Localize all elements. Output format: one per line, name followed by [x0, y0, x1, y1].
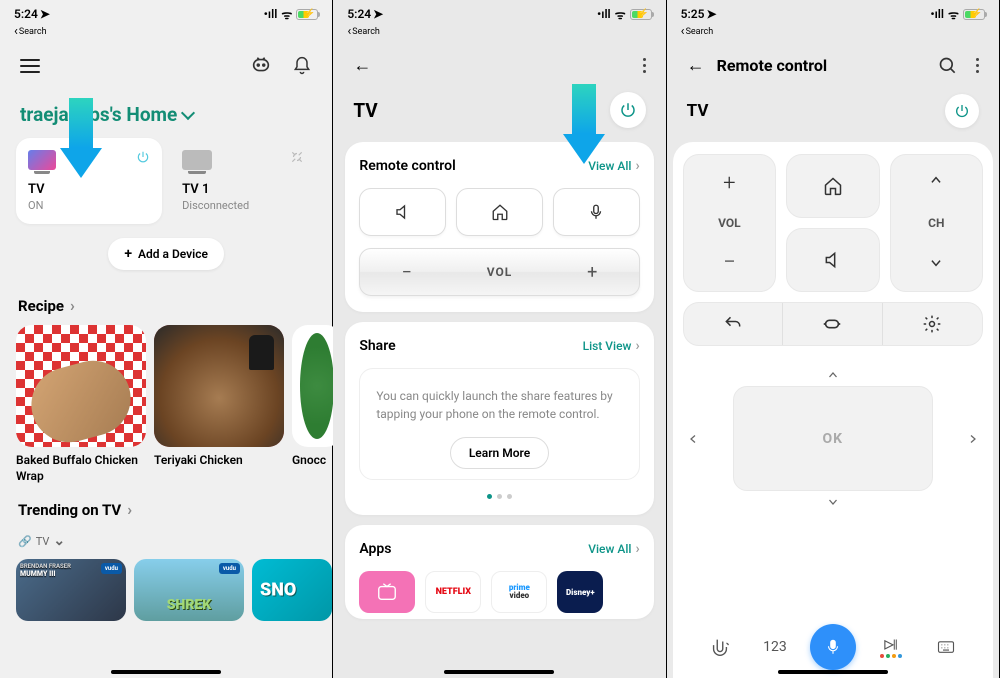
- vudu-badge: vudu: [101, 563, 122, 574]
- back-return-button[interactable]: [684, 303, 783, 345]
- back-to-search[interactable]: Search: [333, 24, 665, 41]
- numpad-button[interactable]: 123: [755, 627, 795, 667]
- app-netflix[interactable]: NETFLIX: [425, 571, 481, 613]
- chat-icon[interactable]: [250, 55, 272, 77]
- page-title: TV: [353, 99, 377, 122]
- volume-down-button[interactable]: −: [360, 262, 453, 283]
- recipe-image: [16, 325, 146, 447]
- touchpad-mode-button[interactable]: [700, 627, 740, 667]
- settings-button[interactable]: [883, 303, 982, 345]
- volume-rocker[interactable]: + VOL −: [683, 154, 776, 292]
- recipe-card[interactable]: Teriyaki Chicken: [154, 325, 284, 484]
- dpad-up[interactable]: [827, 364, 839, 386]
- power-button[interactable]: [945, 94, 979, 128]
- mute-button[interactable]: [359, 188, 446, 236]
- channel-down-button[interactable]: [929, 254, 943, 275]
- show-card[interactable]: vudu BRENDAN FRASER MUMMY III: [16, 559, 126, 621]
- tv-icon: [182, 150, 212, 170]
- trending-source-selector[interactable]: 🔗TV: [0, 529, 332, 553]
- learn-more-button[interactable]: Learn More: [450, 437, 549, 469]
- volume-up-button[interactable]: +: [723, 171, 735, 196]
- app-prime-video[interactable]: primevideo: [491, 571, 547, 613]
- notification-icon[interactable]: [292, 56, 312, 76]
- recipe-title: Teriyaki Chicken: [154, 453, 284, 469]
- device-name: TV 1: [182, 182, 304, 197]
- ch-label: CH: [928, 216, 944, 230]
- status-icons: •ıllᯤ ⚡: [597, 6, 652, 23]
- menu-button[interactable]: [20, 59, 40, 73]
- show-card[interactable]: vudu SHREK: [134, 559, 244, 621]
- recipe-image: [154, 325, 284, 447]
- tutorial-arrow: [563, 84, 605, 164]
- mute-button[interactable]: [786, 228, 879, 292]
- back-button[interactable]: ←: [687, 55, 705, 76]
- recipe-section-header[interactable]: Recipe: [0, 270, 332, 325]
- recipe-title: Baked Buffalo Chicken Wrap: [16, 453, 146, 484]
- volume-down-button[interactable]: −: [723, 250, 736, 275]
- playback-button[interactable]: [871, 627, 911, 667]
- device-name: TV: [687, 101, 709, 121]
- status-time: 5:24: [14, 7, 38, 21]
- list-view-link[interactable]: List View: [583, 338, 640, 354]
- home-indicator[interactable]: [778, 670, 888, 674]
- device-status: Disconnected: [182, 199, 304, 212]
- volume-up-button[interactable]: +: [546, 262, 639, 283]
- app-disney-plus[interactable]: Disney+: [557, 571, 603, 613]
- vol-label: VOL: [718, 216, 741, 230]
- app-lg-channels[interactable]: [359, 571, 415, 613]
- dpad-right[interactable]: [967, 428, 979, 450]
- dpad-down[interactable]: [827, 491, 839, 513]
- voice-button[interactable]: [553, 188, 640, 236]
- add-device-button[interactable]: Add a Device: [108, 238, 224, 270]
- channel-rocker[interactable]: CH: [890, 154, 983, 292]
- vudu-badge: vudu: [219, 563, 240, 574]
- recipe-card[interactable]: Baked Buffalo Chicken Wrap: [16, 325, 146, 484]
- device-name: TV: [28, 182, 150, 197]
- more-options-button[interactable]: [643, 58, 646, 73]
- device-card-tv1[interactable]: TV 1 Disconnected: [170, 138, 316, 224]
- device-status: ON: [28, 199, 150, 212]
- input-source-button[interactable]: [783, 303, 882, 345]
- back-to-search[interactable]: Search: [0, 24, 332, 41]
- tv-icon: [28, 150, 56, 170]
- voice-mic-button[interactable]: [810, 624, 856, 670]
- home-selector[interactable]: traejacobs's Home: [0, 87, 332, 138]
- status-icons: •ıllᯤ ⚡: [264, 6, 319, 23]
- remote-section-title: Remote control: [359, 158, 455, 174]
- back-to-search[interactable]: Search: [667, 24, 999, 41]
- search-icon[interactable]: [938, 56, 958, 76]
- home-button[interactable]: [786, 154, 879, 218]
- back-button[interactable]: ←: [353, 55, 371, 76]
- home-indicator[interactable]: [444, 670, 554, 674]
- view-all-link[interactable]: View All: [588, 541, 639, 557]
- channel-up-button[interactable]: [929, 171, 943, 192]
- apps-section-title: Apps: [359, 541, 391, 557]
- dpad-left[interactable]: [687, 428, 699, 450]
- trending-section-header[interactable]: Trending on TV: [0, 484, 332, 529]
- location-icon: ➤: [707, 7, 717, 21]
- share-section-title: Share: [359, 338, 395, 354]
- status-icons: •ıllᯤ ⚡: [930, 6, 985, 23]
- tutorial-arrow: [60, 98, 102, 178]
- page-title: Remote control: [717, 56, 827, 75]
- power-icon[interactable]: [136, 150, 150, 164]
- status-time: 5:24: [347, 7, 371, 21]
- location-icon: ➤: [40, 7, 50, 21]
- status-time: 5:25: [681, 7, 705, 21]
- keyboard-button[interactable]: [926, 627, 966, 667]
- vol-label: VOL: [453, 265, 546, 279]
- share-description: You can quickly launch the share feature…: [370, 379, 628, 437]
- home-button[interactable]: [456, 188, 543, 236]
- location-icon: ➤: [373, 7, 383, 21]
- power-button[interactable]: [610, 92, 646, 128]
- pagination-dots: [359, 494, 639, 499]
- more-options-button[interactable]: [976, 58, 979, 73]
- home-indicator[interactable]: [111, 670, 221, 674]
- show-card[interactable]: SNO: [252, 559, 332, 621]
- disconnect-icon: [290, 150, 304, 164]
- ok-button[interactable]: OK: [733, 386, 933, 491]
